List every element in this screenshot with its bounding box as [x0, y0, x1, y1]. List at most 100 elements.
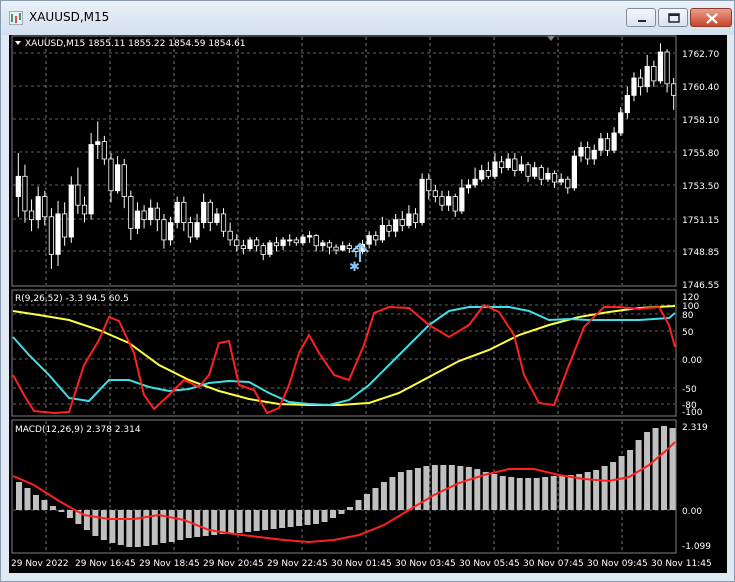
macd-histogram-bar — [143, 510, 150, 546]
price-tick: 1758.10 — [682, 116, 719, 126]
candle-body — [161, 219, 167, 241]
candle-body — [280, 239, 286, 247]
candle-body — [273, 242, 280, 247]
candle-body — [141, 210, 147, 221]
candle-body — [306, 235, 313, 238]
candle-body — [22, 175, 28, 212]
candle-body — [399, 219, 405, 226]
macd-histogram-bar — [49, 506, 56, 510]
title-bar[interactable]: XAUUSD,M15 — [1, 1, 734, 35]
macd-histogram-bar — [567, 475, 574, 510]
macd-histogram-bar — [550, 476, 557, 510]
macd-histogram-bar — [262, 510, 269, 530]
candle-body — [479, 170, 485, 180]
candle-body — [505, 158, 511, 169]
macd-histogram-bar — [389, 477, 396, 510]
candle-body — [472, 178, 478, 186]
candle-body — [121, 164, 127, 197]
minimize-button[interactable] — [626, 8, 656, 27]
macd-histogram-bar — [168, 510, 175, 542]
macd-panel-header: MACD(12,26,9) 2.378 2.314 — [15, 425, 141, 435]
macd-histogram-bar — [134, 510, 141, 547]
chart-area[interactable]: XAUUSD,M15 1855.11 1855.22 1854.59 1854.… — [9, 35, 727, 573]
candle-body — [101, 141, 107, 160]
macd-histogram-bar — [228, 510, 235, 534]
candle-body — [446, 196, 452, 206]
candle-body — [128, 196, 134, 229]
price-tick: 1748.85 — [682, 248, 719, 258]
macd-tick: -1.099 — [682, 542, 711, 552]
rsi-tick: -100 — [682, 408, 703, 418]
macd-histogram-bar — [100, 510, 107, 540]
macd-histogram-bar — [669, 428, 676, 510]
macd-histogram-bar — [41, 500, 48, 510]
candle-body — [95, 141, 101, 145]
macd-tick: 0.00 — [682, 507, 702, 517]
candle-body — [48, 216, 55, 255]
candle-body — [498, 161, 505, 169]
macd-histogram-bar — [355, 500, 362, 510]
macd-histogram-bar — [253, 510, 260, 531]
candle-body — [287, 239, 293, 242]
restore-icon — [668, 13, 680, 23]
candle-body — [611, 132, 617, 151]
macd-histogram-bar — [593, 470, 600, 510]
macd-tick: 2.319 — [682, 423, 708, 433]
candle-body — [465, 184, 472, 189]
chart-shift-marker[interactable] — [547, 36, 555, 41]
candle-body — [62, 213, 68, 238]
candle-body — [545, 173, 551, 180]
candle-body — [518, 164, 525, 171]
candle-body — [240, 245, 246, 249]
candle-body — [88, 144, 94, 215]
candle-body — [432, 190, 438, 197]
menu-triangle-icon[interactable] — [15, 41, 21, 45]
chart-icon — [9, 11, 23, 25]
close-button[interactable] — [690, 8, 732, 27]
macd-histogram-bar — [474, 469, 481, 510]
candle-body — [406, 213, 412, 226]
macd-histogram-bar — [525, 478, 532, 510]
rsi-tick: 0.00 — [682, 356, 702, 366]
window-title: XAUUSD,M15 — [29, 10, 110, 24]
candle-body — [492, 161, 498, 177]
macd-series — [12, 426, 676, 547]
candles — [15, 43, 677, 269]
restore-button[interactable] — [658, 8, 688, 27]
macd-histogram-bar — [491, 474, 498, 510]
candle-body — [624, 94, 630, 114]
candle-body — [181, 201, 187, 223]
rsi-tick: 80 — [682, 311, 694, 321]
candle-body — [459, 187, 465, 212]
candle-body — [42, 196, 48, 218]
macd-histogram-bar — [610, 462, 617, 510]
candle-body — [664, 51, 670, 85]
candle-body — [300, 236, 306, 244]
time-label: 30 Nov 09:45 — [587, 559, 648, 569]
macd-histogram-bar — [126, 510, 133, 547]
macd-axis: 2.319 0.00 -1.099 — [682, 423, 711, 552]
candle-body — [346, 245, 352, 249]
macd-histogram-bar — [627, 450, 634, 510]
time-label: 30 Nov 07:45 — [523, 559, 584, 569]
candle-body — [35, 196, 41, 221]
candle-body — [28, 210, 35, 221]
macd-histogram-bar — [440, 465, 447, 510]
chart-canvas[interactable]: XAUUSD,M15 1855.11 1855.22 1854.59 1854.… — [9, 35, 727, 573]
candle-body — [452, 196, 458, 212]
candle-body — [234, 239, 240, 247]
candle-body — [618, 112, 624, 134]
candle-body — [585, 147, 591, 160]
macd-histogram-bar — [313, 510, 320, 524]
price-tick: 1760.40 — [682, 83, 719, 93]
candle-body — [551, 173, 558, 183]
candle-body — [439, 196, 445, 206]
candle-body — [598, 138, 604, 151]
macd-histogram-bar — [270, 510, 277, 529]
macd-histogram-bar — [296, 510, 303, 526]
candle-body — [134, 210, 141, 229]
macd-histogram-bar — [219, 510, 226, 534]
macd-histogram-bar — [32, 495, 39, 510]
candle-body — [254, 239, 260, 247]
time-label: 29 Nov 18:45 — [139, 559, 200, 569]
